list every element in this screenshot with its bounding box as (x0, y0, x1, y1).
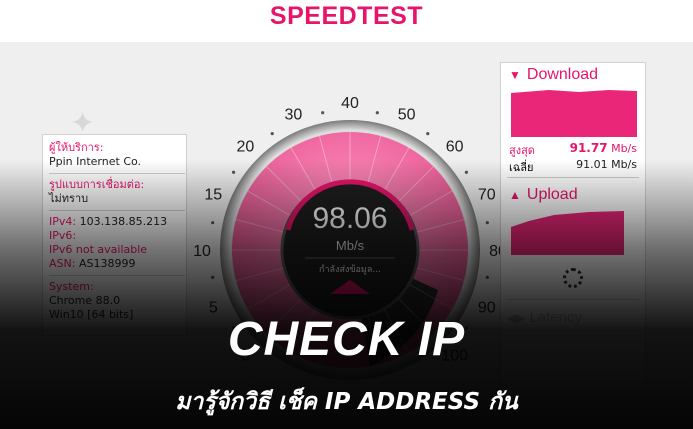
ipv6-value: IPv6 not available (49, 243, 148, 256)
overlay-subtitle: มารู้จักวิธี เช็ค IP ADDRESS กัน (175, 389, 518, 415)
gauge-dot (426, 131, 430, 136)
gauge-dot (485, 221, 489, 225)
gauge-tick-label: 50 (398, 106, 416, 123)
overlay-title: CHECK IP (227, 313, 466, 366)
download-max-row: สูงสุด 91.77 Mb/s (509, 141, 639, 159)
asn-value: AS138999 (78, 257, 136, 270)
download-max-label: สูงสุด (509, 144, 535, 157)
download-max-unit: Mb/s (611, 142, 637, 155)
ipv6-label: IPv6: (49, 229, 77, 242)
gauge-dot (375, 111, 379, 115)
header: SPEEDTEST (0, 0, 693, 42)
ipv4-label: IPv4: (49, 215, 77, 228)
download-avg-label: เฉลี่ย (509, 161, 534, 174)
asn-label: ASN: (49, 257, 76, 270)
gauge-tick-label: 40 (341, 95, 359, 112)
gauge-dot (231, 170, 236, 174)
download-max-value: 91.77 (569, 141, 608, 155)
ipv4-value: 103.138.85.213 (79, 215, 168, 228)
isp-label: ผู้ให้บริการ: (49, 141, 104, 154)
system-label: System: (49, 280, 94, 293)
isp-value: Ppin Internet Co. (49, 155, 142, 168)
status-text: กำลังส่งข้อมูล... (319, 264, 381, 275)
connection-type-value: ไม่ทราบ (49, 192, 89, 205)
brand-title: SPEEDTEST (269, 2, 424, 30)
speed-value: 98.06 (312, 202, 387, 235)
upload-arrow-icon: ▲ (509, 188, 521, 202)
connection-type-label: รูปแบบการเชื่อมต่อ: (49, 178, 145, 191)
download-arrow-icon: ▼ (509, 68, 521, 82)
gauge-dot (321, 111, 325, 115)
loading-spinner-icon (563, 268, 583, 288)
gauge-dot (211, 275, 215, 279)
gauge-dot (485, 275, 489, 279)
gauge-dot (270, 131, 274, 136)
upload-header: ▲ Upload (509, 186, 578, 204)
download-label: Download (526, 66, 599, 83)
gauge-tick-label: 60 (446, 138, 464, 155)
gauge-tick-label: 10 (193, 243, 211, 260)
connection-info-panel: ผู้ให้บริการ: Ppin Internet Co. รูปแบบกา… (42, 134, 187, 336)
download-avg-row: เฉลี่ย 91.01 Mb/s (509, 158, 639, 176)
download-graph (511, 90, 637, 137)
download-avg-value: 91.01 Mb/s (576, 158, 637, 171)
speed-unit: Mb/s (336, 238, 365, 253)
upload-label: Upload (526, 186, 578, 203)
system-browser: Chrome 88.0 (49, 294, 121, 307)
gauge-dot (211, 221, 215, 225)
gauge-tick-label: 15 (204, 186, 222, 203)
download-header: ▼ Download (509, 66, 598, 84)
upload-graph (511, 211, 624, 255)
gauge-tick-label: 30 (284, 106, 302, 123)
gauge-tick-label: 70 (478, 186, 496, 203)
gauge-tick-label: 20 (236, 138, 254, 155)
gauge-dot (464, 170, 469, 174)
